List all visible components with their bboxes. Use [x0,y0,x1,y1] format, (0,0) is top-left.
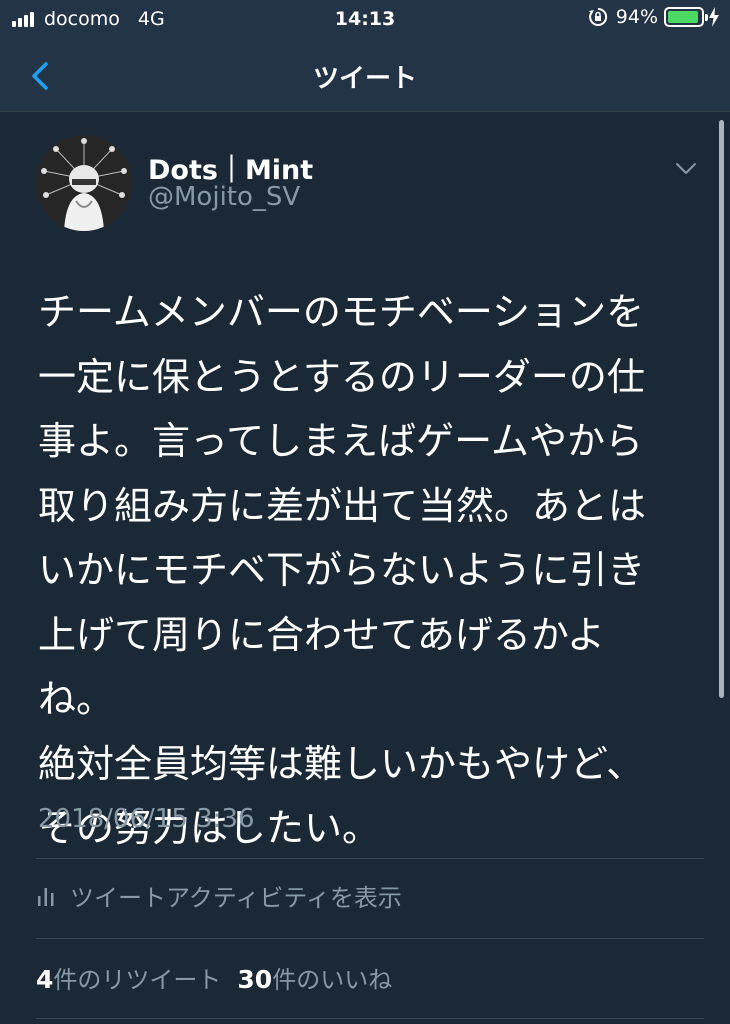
divider [36,1018,704,1019]
divider [36,858,704,859]
page-title: ツイート [312,64,417,94]
status-right: 94% [588,6,720,28]
tweet-timestamp: 2018/06/15 3:36 [38,804,255,834]
tweet-text-line: 一定に保とうとするのリーダーの仕 [38,354,645,399]
more-options-button[interactable] [672,154,700,182]
tweet-text: チームメンバーのモチベーションを 一定に保とうとするのリーダーの仕 事よ。言って… [38,280,698,861]
like-count[interactable]: 30 件のいいね [237,960,392,995]
bar-chart-icon [38,887,54,906]
battery-icon [664,7,708,27]
tweet-text-line: 事よ。言ってしまえばゲームやから [38,419,643,463]
retweet-number: 4 [36,965,54,994]
battery-percent: 94% [615,6,658,28]
scrollbar[interactable] [719,120,724,698]
tweet-stats: 4 件のリツイート 30 件のいいね [36,960,392,995]
tweet-activity-link[interactable]: ツイートアクティビティを表示 [36,878,402,913]
like-label: 件のいいね [272,966,393,994]
battery-fill [668,11,699,23]
avatar-image [36,135,132,231]
tweet-text-line: 取り組み方に差が出て当然。あとは [38,483,647,528]
retweet-label: 件のリツイート [53,966,222,994]
username[interactable]: @Mojito_SV [148,182,300,212]
nav-bar: ツイート [0,40,730,112]
status-bar: docomo 4G 14:13 94% [0,0,730,40]
tweet-text-line: 上げて周りに合わせてあげるかよ [38,612,605,657]
tweet-text-line: チームメンバーのモチベーションを [38,290,645,334]
avatar[interactable] [36,135,132,231]
retweet-count[interactable]: 4 件のリツイート [36,960,221,995]
activity-label: ツイートアクティビティを表示 [70,884,402,912]
tweet-text-line: いかにモチベ下がらないように引き [38,548,646,592]
chevron-down-icon [676,163,696,174]
tweet-text-line: ね。 [38,677,115,721]
tweet-text-line: 絶対全員均等は難しいかもやけど、 [38,741,645,786]
divider [36,938,704,939]
charging-bolt-icon [709,7,719,27]
like-number: 30 [237,965,273,994]
rotation-lock-icon [588,7,607,26]
